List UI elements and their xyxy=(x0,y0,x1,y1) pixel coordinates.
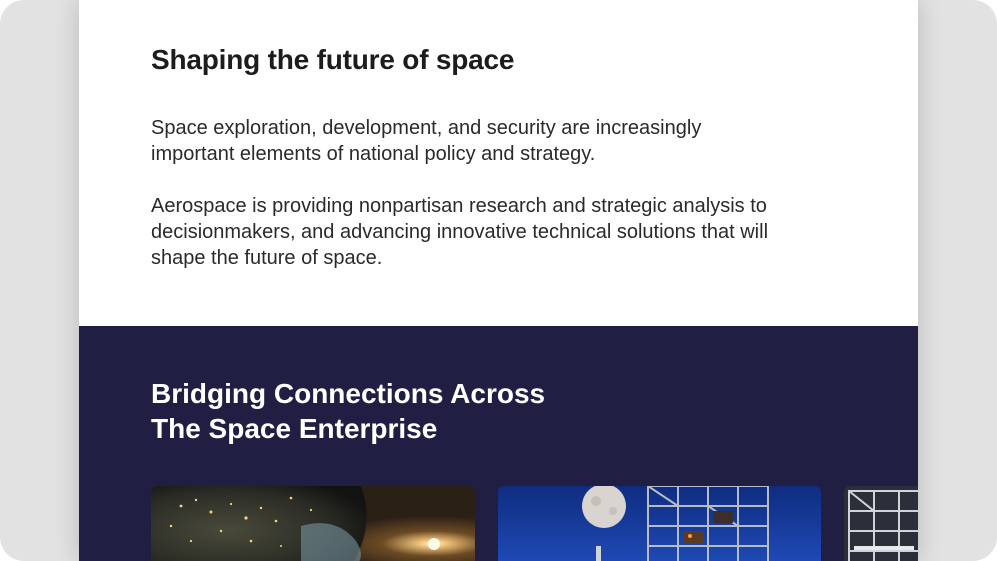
intro-paragraph-2: Aerospace is providing nonpartisan resea… xyxy=(151,195,769,269)
enterprise-section: Bridging Connections Across The Space En… xyxy=(79,326,918,561)
launch-pad-card[interactable] xyxy=(498,486,821,561)
intro-title: Shaping the future of space xyxy=(151,44,515,75)
earth-card[interactable] xyxy=(151,486,475,561)
enterprise-title-line-2: The Space Enterprise xyxy=(151,413,438,444)
enterprise-title-line-1: Bridging Connections Across xyxy=(151,378,546,409)
earth-image xyxy=(151,486,475,561)
enterprise-title: Bridging Connections Across The Space En… xyxy=(151,376,571,446)
launch-pad-image xyxy=(498,486,821,561)
browser-frame: Shaping the future of space Space explor… xyxy=(0,0,997,561)
structure-image xyxy=(844,486,918,561)
structure-card[interactable] xyxy=(844,486,918,561)
intro-section: Shaping the future of space Space explor… xyxy=(151,44,791,269)
page-content: Shaping the future of space Space explor… xyxy=(79,0,918,561)
intro-paragraph-1: Space exploration, development, and secu… xyxy=(151,117,702,165)
